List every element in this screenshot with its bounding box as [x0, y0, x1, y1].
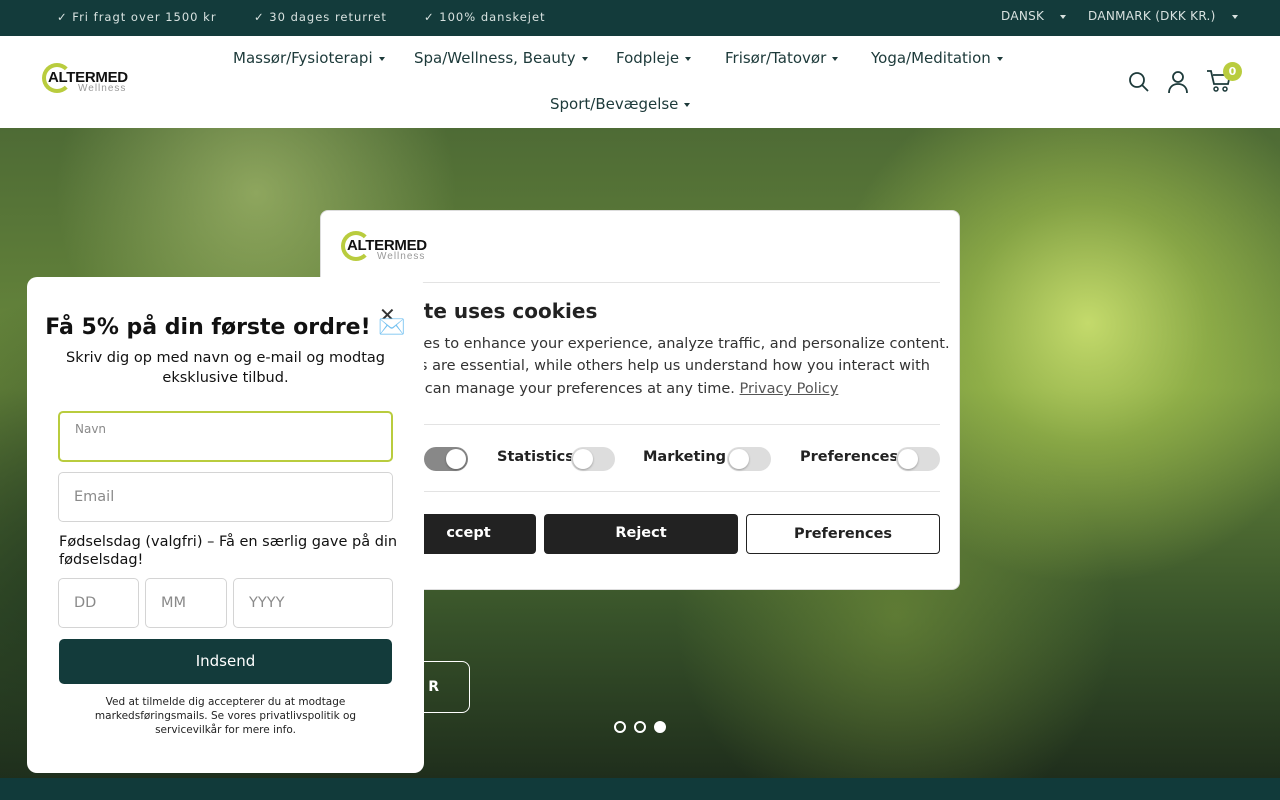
statistics-label: Statistics: [497, 449, 574, 465]
birthday-month-input[interactable]: MM: [145, 578, 227, 628]
nav-sport[interactable]: Sport/Bevægelse: [550, 95, 691, 113]
country-label: DANMARK (DKK KR.): [1088, 9, 1216, 23]
cookie-logo: ALTERMED Wellness: [341, 231, 441, 267]
preferences-label: Preferences: [800, 449, 899, 465]
newsletter-subtitle: Skriv dig op med navn og e-mail og modta…: [66, 350, 385, 386]
chevron-down-icon: [1231, 14, 1238, 19]
nav-spa[interactable]: Spa/Wellness, Beauty: [414, 49, 588, 67]
newsletter-title: Få 5% på din første ordre! ✉️: [45, 315, 406, 340]
cookie-text-3: u can manage your preferences at any tim…: [411, 381, 839, 397]
marketing-label: Marketing: [643, 449, 727, 465]
usp-returns: ✓ 30 dages returret: [254, 10, 387, 24]
nav-frisor[interactable]: Frisør/Tatovør: [725, 49, 839, 67]
nav-massor[interactable]: Massør/Fysioterapi: [233, 49, 385, 67]
preferences-button[interactable]: Preferences: [746, 514, 940, 554]
statistics-toggle[interactable]: [571, 447, 615, 471]
reject-button[interactable]: Reject: [544, 514, 738, 554]
search-icon[interactable]: [1128, 71, 1150, 93]
usp-shipping: ✓ Fri fragt over 1500 kr: [57, 10, 217, 24]
birthday-year-input[interactable]: YYYY: [233, 578, 393, 628]
slide-dot-2[interactable]: [634, 721, 646, 733]
usp-danish: ✓ 100% danskejet: [424, 10, 546, 24]
cookie-text-1: kies to enhance your experience, analyze…: [411, 336, 950, 352]
name-input[interactable]: Navn: [58, 411, 393, 462]
submit-button[interactable]: Indsend: [59, 639, 392, 684]
preferences-toggle[interactable]: [896, 447, 940, 471]
cart-count-badge: 0: [1223, 62, 1242, 81]
country-select[interactable]: DANMARK (DKK KR.): [1088, 9, 1238, 23]
slide-dot-3[interactable]: [654, 721, 666, 733]
nav-fodpleje[interactable]: Fodpleje: [616, 49, 692, 67]
cookie-text-2: es are essential, while others help us u…: [411, 358, 930, 374]
legal-text: Ved at tilmelde dig accepterer du at mod…: [94, 696, 357, 736]
chevron-down-icon: [1060, 14, 1067, 19]
marketing-toggle[interactable]: [727, 447, 771, 471]
account-icon[interactable]: [1167, 70, 1189, 94]
email-input[interactable]: Email: [58, 472, 393, 522]
site-header: ALTERMED Wellness Massør/Fysioterapi Spa…: [0, 36, 1280, 128]
cookie-title: site uses cookies: [405, 299, 598, 323]
language-label: DANSK: [1001, 9, 1045, 23]
slider-dots: [614, 721, 666, 733]
birthday-label: Fødselsdag (valgfri) – Få en særlig gave…: [59, 534, 398, 568]
announcement-bar: ✓ Fri fragt over 1500 kr ✓ 30 dages retu…: [0, 0, 1280, 36]
privacy-policy-link[interactable]: Privacy Policy: [740, 381, 839, 397]
birthday-day-input[interactable]: DD: [58, 578, 139, 628]
slide-dot-1[interactable]: [614, 721, 626, 733]
newsletter-popup: ✕ Få 5% på din første ordre! ✉️ Skriv di…: [27, 277, 424, 773]
language-select[interactable]: DANSK: [1001, 9, 1067, 23]
logo-tagline: Wellness: [78, 83, 127, 94]
footer-strip: [0, 778, 1280, 800]
logo[interactable]: ALTERMED Wellness: [42, 63, 142, 99]
necessary-toggle[interactable]: [424, 447, 468, 471]
name-label: Navn: [75, 422, 107, 436]
nav-yoga[interactable]: Yoga/Meditation: [871, 49, 1003, 67]
